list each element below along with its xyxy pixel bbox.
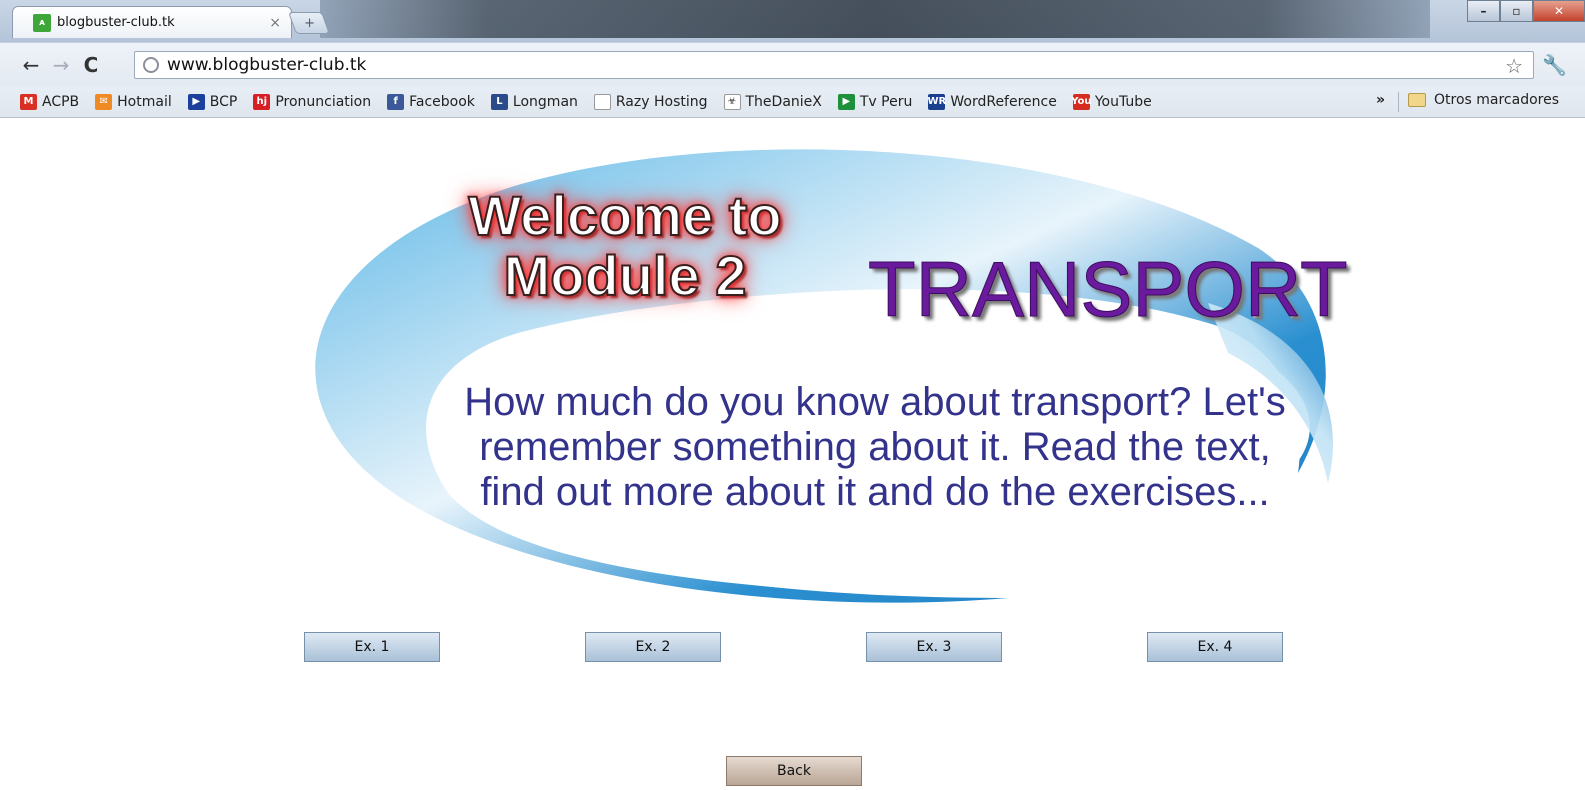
minimize-button[interactable]: – [1467, 0, 1500, 22]
more-bookmarks-chevron-icon[interactable]: » [1376, 92, 1385, 108]
folder-icon [1408, 93, 1426, 107]
tab-close-icon[interactable]: × [269, 15, 281, 31]
address-bar[interactable]: www.blogbuster-club.tk ☆ [134, 51, 1534, 79]
globe-icon [143, 57, 159, 73]
bookmark-bcp[interactable]: ▶ BCP [187, 93, 238, 110]
welcome-line-2: Module 2 [503, 244, 748, 307]
bookmark-label: WordReference [950, 93, 1057, 110]
bookmark-youtube[interactable]: You YouTube [1071, 93, 1152, 110]
bookmark-label: Razy Hosting [615, 93, 708, 110]
back-button[interactable]: Back [726, 756, 862, 786]
gmail-icon: M [20, 93, 37, 110]
hotmail-icon: ✉ [95, 93, 113, 110]
welcome-line-1: Welcome to [467, 184, 782, 247]
bookmark-label: YouTube [1094, 93, 1152, 110]
wrench-icon[interactable]: 🔧 [1542, 53, 1567, 77]
hj-icon: hj [253, 93, 271, 110]
exercise-1-button[interactable]: Ex. 1 [304, 632, 440, 662]
bookmark-thedaniex[interactable]: ☣ TheDanieX [723, 93, 822, 110]
biohazard-icon: ☣ [723, 93, 741, 110]
plus-icon: + [303, 15, 315, 31]
bookmark-label: Tv Peru [859, 93, 913, 110]
forward-arrow-icon[interactable]: → [46, 53, 76, 77]
bookmark-tv-peru[interactable]: ▶ Tv Peru [837, 93, 913, 110]
site-favicon-icon: ᴀ [33, 13, 51, 32]
maximize-button[interactable]: ▫ [1500, 0, 1533, 22]
bookmark-facebook[interactable]: f Facebook [387, 93, 475, 110]
bcp-icon: ▶ [187, 93, 205, 110]
page-content: Welcome to Module 2 TRANSPORT How much d… [0, 118, 1585, 790]
exercise-4-button[interactable]: Ex. 4 [1147, 632, 1283, 662]
titlebar-background [320, 0, 1430, 38]
bookmark-razy-hosting[interactable]: Razy Hosting [593, 93, 708, 110]
transport-heading: TRANSPORT [868, 245, 1349, 333]
url-text: www.blogbuster-club.tk [167, 55, 367, 75]
other-bookmarks-label: Otros marcadores [1434, 92, 1560, 108]
tab-title: blogbuster-club.tk [57, 15, 175, 30]
browser-toolbar: ← → C www.blogbuster-club.tk ☆ 🔧 [0, 42, 1585, 86]
window-titlebar: ᴀ blogbuster-club.tk × + – ▫ ✕ [0, 0, 1585, 42]
bookmark-label: BCP [209, 93, 238, 110]
bookmark-acpb[interactable]: M ACPB [20, 93, 80, 110]
intro-text: How much do you know about transport? Le… [464, 380, 1286, 514]
bookmark-label: Pronunciation [275, 93, 372, 110]
page-icon [593, 93, 611, 110]
youtube-icon: You [1071, 93, 1092, 110]
bookmark-label: Hotmail [117, 93, 172, 110]
bookmark-label: ACPB [42, 93, 80, 110]
close-window-button[interactable]: ✕ [1533, 0, 1585, 22]
bookmark-label: TheDanieX [745, 93, 822, 110]
tvperu-icon: ▶ [837, 93, 855, 110]
back-arrow-icon[interactable]: ← [16, 53, 46, 77]
reload-icon[interactable]: C [76, 53, 106, 77]
welcome-heading: Welcome to Module 2 [420, 184, 830, 307]
facebook-icon: f [387, 93, 405, 110]
tab-blogbuster[interactable]: ᴀ blogbuster-club.tk × [12, 6, 292, 38]
wordreference-icon: WR [928, 93, 946, 110]
bookmark-wordreference[interactable]: WR WordReference [928, 93, 1057, 110]
longman-icon: L [490, 93, 508, 110]
other-bookmarks-folder[interactable]: Otros marcadores [1408, 92, 1559, 108]
bookmark-label: Facebook [409, 93, 475, 110]
bookmark-star-icon[interactable]: ☆ [1505, 54, 1523, 78]
exercise-3-button[interactable]: Ex. 3 [866, 632, 1002, 662]
bookmark-longman[interactable]: L Longman [490, 93, 578, 110]
bookmarks-bar: M ACPB ✉ Hotmail ▶ BCP hj Pronunciation f Faceboo… [0, 86, 1585, 118]
bookmark-hotmail[interactable]: ✉ Hotmail [95, 93, 172, 110]
bookmark-pronunciation[interactable]: hj Pronunciation [253, 93, 372, 110]
window-controls: – ▫ ✕ [1467, 0, 1585, 22]
bookmarks-divider [1398, 92, 1399, 112]
exercise-2-button[interactable]: Ex. 2 [585, 632, 721, 662]
bookmark-label: Longman [512, 93, 578, 110]
